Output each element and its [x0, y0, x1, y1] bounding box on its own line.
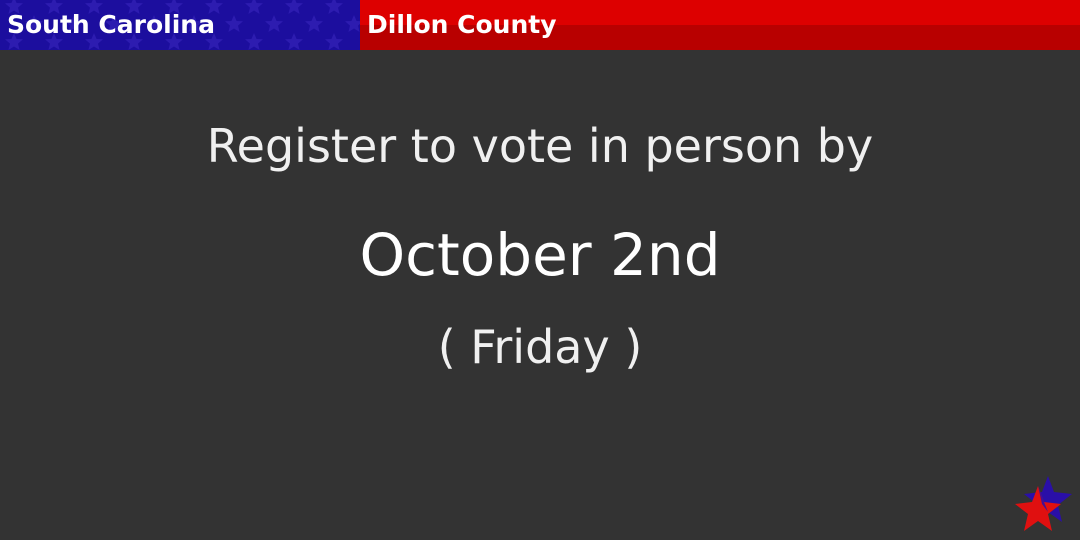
main-message: Register to vote in person by October 2n… [0, 0, 1080, 540]
deadline-date: October 2nd [359, 221, 721, 289]
deadline-weekday: ( Friday ) [437, 320, 643, 374]
message-intro: Register to vote in person by [206, 119, 874, 173]
star-icon [1015, 476, 1072, 531]
